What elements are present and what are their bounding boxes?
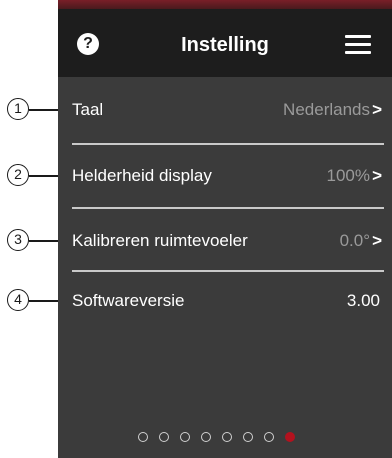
page-dot[interactable] — [264, 432, 274, 442]
callout-2: 2 — [7, 164, 29, 186]
page-dot[interactable] — [138, 432, 148, 442]
page-dot-active[interactable] — [285, 432, 295, 442]
page-dot[interactable] — [222, 432, 232, 442]
page-title: Instelling — [181, 34, 269, 56]
chevron-right-icon: > — [372, 100, 382, 119]
help-icon[interactable]: ? — [77, 33, 99, 55]
page-dot[interactable] — [180, 432, 190, 442]
callout-4: 4 — [7, 289, 29, 311]
page-dot[interactable] — [159, 432, 169, 442]
page-dot[interactable] — [201, 432, 211, 442]
divider — [72, 143, 384, 145]
row-value-software-version: 3.00 — [346, 291, 380, 310]
row-label-software-version: Softwareversie — [72, 291, 185, 310]
callout-1: 1 — [7, 98, 29, 120]
row-value-calibrate-sensor: 0.0° — [339, 231, 370, 250]
row-value-brightness: 100% — [326, 166, 370, 185]
settings-row-calibrate-sensor[interactable]: Kalibreren ruimtevoeler 0.0° > — [58, 221, 392, 259]
divider — [72, 270, 384, 272]
settings-row-language[interactable]: Taal Nederlands > — [58, 90, 392, 128]
chevron-right-icon: > — [372, 166, 382, 185]
row-value-language: Nederlands — [283, 100, 370, 119]
chevron-right-icon: > — [372, 231, 382, 250]
top-accent-strip — [58, 0, 392, 9]
device-screen: ? Instelling Taal Nederlands > Helderhei… — [58, 0, 392, 458]
menu-icon[interactable] — [345, 35, 371, 55]
settings-row-brightness[interactable]: Helderheid display 100% > — [58, 156, 392, 194]
header-bar: ? Instelling — [58, 9, 392, 77]
page-indicator — [138, 432, 338, 446]
callout-3: 3 — [7, 229, 29, 251]
row-label-calibrate-sensor: Kalibreren ruimtevoeler — [72, 231, 248, 250]
row-label-language: Taal — [72, 100, 104, 119]
settings-row-software-version: Softwareversie 3.00 — [58, 281, 392, 319]
divider — [72, 207, 384, 209]
row-label-brightness: Helderheid display — [72, 166, 212, 185]
page-dot[interactable] — [243, 432, 253, 442]
